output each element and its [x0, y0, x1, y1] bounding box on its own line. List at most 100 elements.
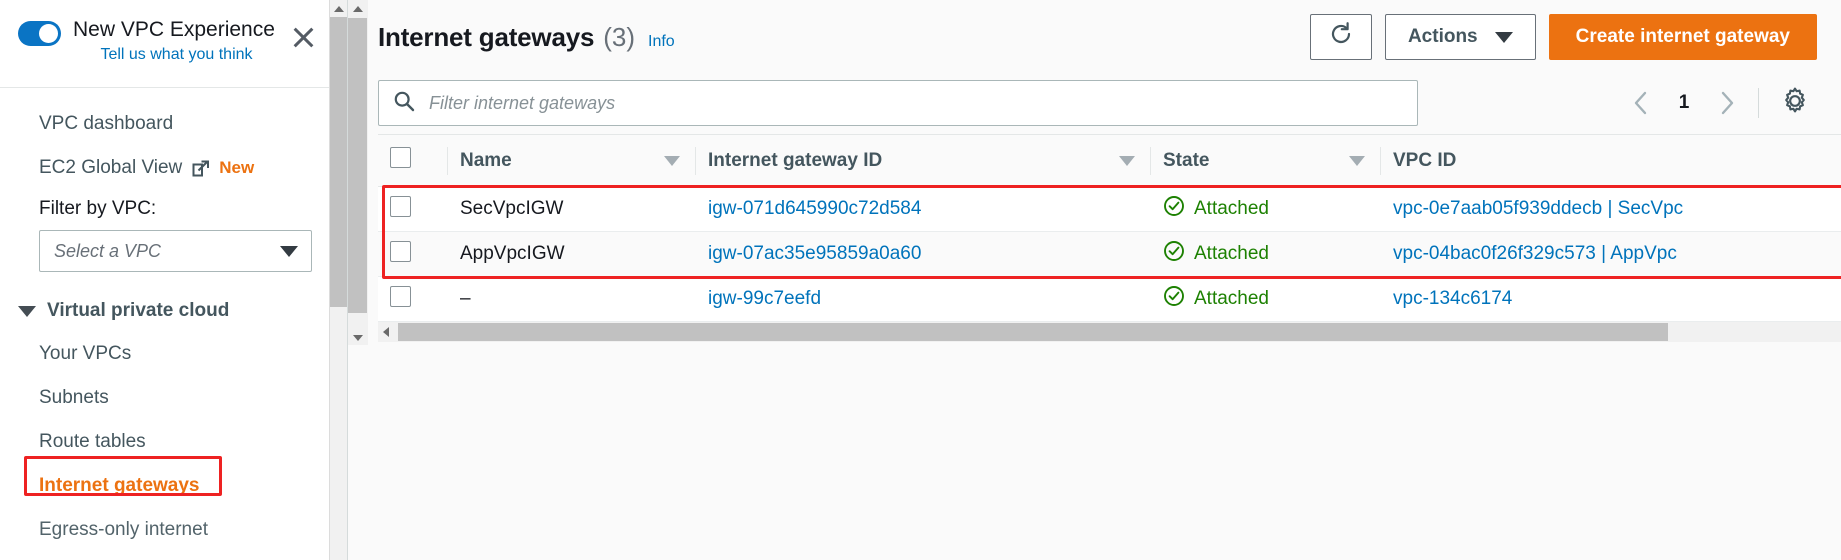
cell-name: AppVpcIGW — [448, 231, 696, 277]
select-all-header — [378, 134, 448, 187]
cell-internet-gateway-id: igw-99c7eefd — [696, 276, 1151, 322]
internet-gateway-id-link[interactable]: igw-99c7eefd — [708, 288, 821, 309]
sidebar-group-virtual-private-cloud[interactable]: Virtual private cloud — [0, 286, 330, 332]
status-badge: Attached — [1194, 288, 1269, 309]
new-badge: New — [219, 158, 255, 177]
internet-gateway-id-link[interactable]: igw-07ac35e95859a0a60 — [708, 243, 921, 264]
row-checkbox[interactable] — [390, 195, 411, 217]
row-select-cell — [378, 186, 448, 232]
scroll-up-arrow-icon[interactable] — [330, 0, 347, 17]
content-scrollbar-thumb[interactable] — [348, 18, 367, 313]
status-badge: Attached — [1194, 198, 1269, 219]
vpc-console-screen: New VPC Experience Tell us what you thin… — [0, 0, 1841, 560]
page-header: Internet gateways (3) Info Actions Creat… — [370, 0, 1841, 72]
nav-list: VPC dashboard EC2 Global View New Filter… — [0, 88, 330, 552]
banner-text-group: New VPC Experience Tell us what you thin… — [73, 14, 286, 66]
cell-internet-gateway-id: igw-07ac35e95859a0a60 — [696, 231, 1151, 277]
chevron-down-icon — [1494, 31, 1513, 43]
table-row[interactable]: – igw-99c7eefd Attached vpc-134c6174 — [378, 276, 1841, 322]
table-header: Name Internet gateway ID State VPC ID — [378, 134, 1841, 187]
sidebar-item-route-tables[interactable]: Route tables — [0, 420, 330, 464]
internet-gateways-table: Name Internet gateway ID State VPC ID Se… — [378, 134, 1841, 322]
sort-descending-icon[interactable] — [1349, 155, 1365, 166]
row-select-cell — [378, 231, 448, 277]
table-row[interactable]: AppVpcIGW igw-07ac35e95859a0a60 Attached… — [378, 231, 1841, 277]
search-input-wrapper[interactable]: Filter internet gateways — [378, 80, 1418, 126]
sidebar-item-label: Subnets — [39, 387, 109, 408]
sidebar-item-label: Your VPCs — [39, 343, 132, 364]
table-empty-space — [378, 342, 1841, 560]
table-row[interactable]: SecVpcIGW igw-071d645990c72d584 Attached… — [378, 186, 1841, 232]
left-navigation-panel: New VPC Experience Tell us what you thin… — [0, 0, 348, 560]
header-actions: Actions Create internet gateway — [1309, 14, 1817, 60]
refresh-icon — [1328, 21, 1354, 53]
resource-count: (3) — [603, 21, 636, 52]
sidebar-item-ec2-global-view[interactable]: EC2 Global View New — [0, 146, 330, 190]
sidebar-item-internet-gateways[interactable]: Internet gateways — [0, 464, 330, 508]
sidebar-item-label: Internet gateways — [39, 475, 200, 496]
row-checkbox[interactable] — [390, 240, 411, 262]
vpc-id-link[interactable]: vpc-0e7aab05f939ddecb | SecVpc — [1393, 198, 1683, 219]
banner-title: New VPC Experience — [73, 18, 275, 41]
sidebar-item-your-vpcs[interactable]: Your VPCs — [0, 332, 330, 376]
sidebar-item-vpc-dashboard[interactable]: VPC dashboard — [0, 102, 330, 146]
close-icon[interactable] — [286, 20, 320, 54]
content-scrollbar[interactable] — [348, 0, 368, 345]
sort-descending-icon[interactable] — [664, 155, 680, 166]
actions-dropdown-button[interactable]: Actions — [1384, 14, 1536, 60]
page-title: Internet gateways — [378, 21, 595, 52]
sidebar-item-label: Route tables — [39, 431, 146, 452]
table-horizontal-scrollbar[interactable] — [378, 322, 1841, 342]
scroll-down-arrow-icon[interactable] — [353, 335, 363, 341]
sidebar-group-label: Virtual private cloud — [47, 300, 230, 321]
table-settings-button[interactable] — [1773, 81, 1817, 125]
scroll-left-arrow-icon[interactable] — [383, 327, 389, 337]
column-header-state[interactable]: State — [1151, 134, 1381, 187]
vpc-filter-select[interactable]: Select a VPC — [39, 230, 312, 272]
chevron-down-icon — [280, 245, 298, 257]
table-body: SecVpcIGW igw-071d645990c72d584 Attached… — [378, 186, 1841, 322]
create-internet-gateway-button[interactable]: Create internet gateway — [1548, 14, 1817, 60]
next-page-button[interactable] — [1704, 80, 1750, 126]
status-check-icon — [1163, 240, 1185, 268]
column-header-internet-gateway-id[interactable]: Internet gateway ID — [696, 134, 1151, 187]
row-select-cell — [378, 276, 448, 322]
vpc-filter-placeholder: Select a VPC — [54, 240, 162, 261]
sort-descending-icon[interactable] — [1119, 155, 1135, 166]
search-input[interactable]: Filter internet gateways — [429, 93, 615, 114]
create-button-label: Create internet gateway — [1575, 26, 1790, 47]
column-header-vpc-id[interactable]: VPC ID — [1381, 134, 1841, 187]
gear-icon — [1781, 87, 1809, 120]
internet-gateway-id-link[interactable]: igw-071d645990c72d584 — [708, 198, 921, 219]
row-checkbox[interactable] — [390, 285, 411, 307]
external-link-icon — [191, 159, 210, 178]
select-all-checkbox[interactable] — [390, 147, 411, 168]
vpc-id-link[interactable]: vpc-04bac0f26f329c573 | AppVpc — [1393, 243, 1677, 264]
scroll-up-arrow-icon[interactable] — [353, 6, 363, 12]
sidebar-item-egress-only-internet[interactable]: Egress-only internet — [0, 508, 330, 552]
sidebar-item-label: EC2 Global View — [39, 157, 183, 178]
column-header-name[interactable]: Name — [448, 134, 696, 187]
new-vpc-experience-banner: New VPC Experience Tell us what you thin… — [0, 0, 330, 88]
horizontal-scrollbar-thumb[interactable] — [398, 323, 1668, 341]
sidebar-item-subnets[interactable]: Subnets — [0, 376, 330, 420]
cell-vpc-id: vpc-0e7aab05f939ddecb | SecVpc — [1381, 186, 1841, 232]
current-page-number[interactable]: 1 — [1664, 92, 1704, 114]
column-label: Name — [460, 149, 512, 171]
cell-state: Attached — [1151, 276, 1381, 322]
cell-internet-gateway-id: igw-071d645990c72d584 — [696, 186, 1151, 232]
search-icon — [393, 90, 415, 117]
sidebar-scrollbar-thumb[interactable] — [330, 17, 347, 307]
column-label: State — [1163, 149, 1210, 171]
divider — [1758, 88, 1759, 118]
refresh-button[interactable] — [1309, 14, 1372, 60]
cell-state: Attached — [1151, 186, 1381, 232]
new-vpc-experience-toggle[interactable] — [18, 21, 61, 46]
status-check-icon — [1163, 285, 1185, 313]
feedback-link[interactable]: Tell us what you think — [73, 44, 286, 66]
previous-page-button[interactable] — [1618, 80, 1664, 126]
vpc-id-link[interactable]: vpc-134c6174 — [1393, 288, 1512, 309]
sidebar-scrollbar[interactable] — [329, 0, 347, 560]
info-link[interactable]: Info — [648, 33, 675, 51]
status-check-icon — [1163, 195, 1185, 223]
